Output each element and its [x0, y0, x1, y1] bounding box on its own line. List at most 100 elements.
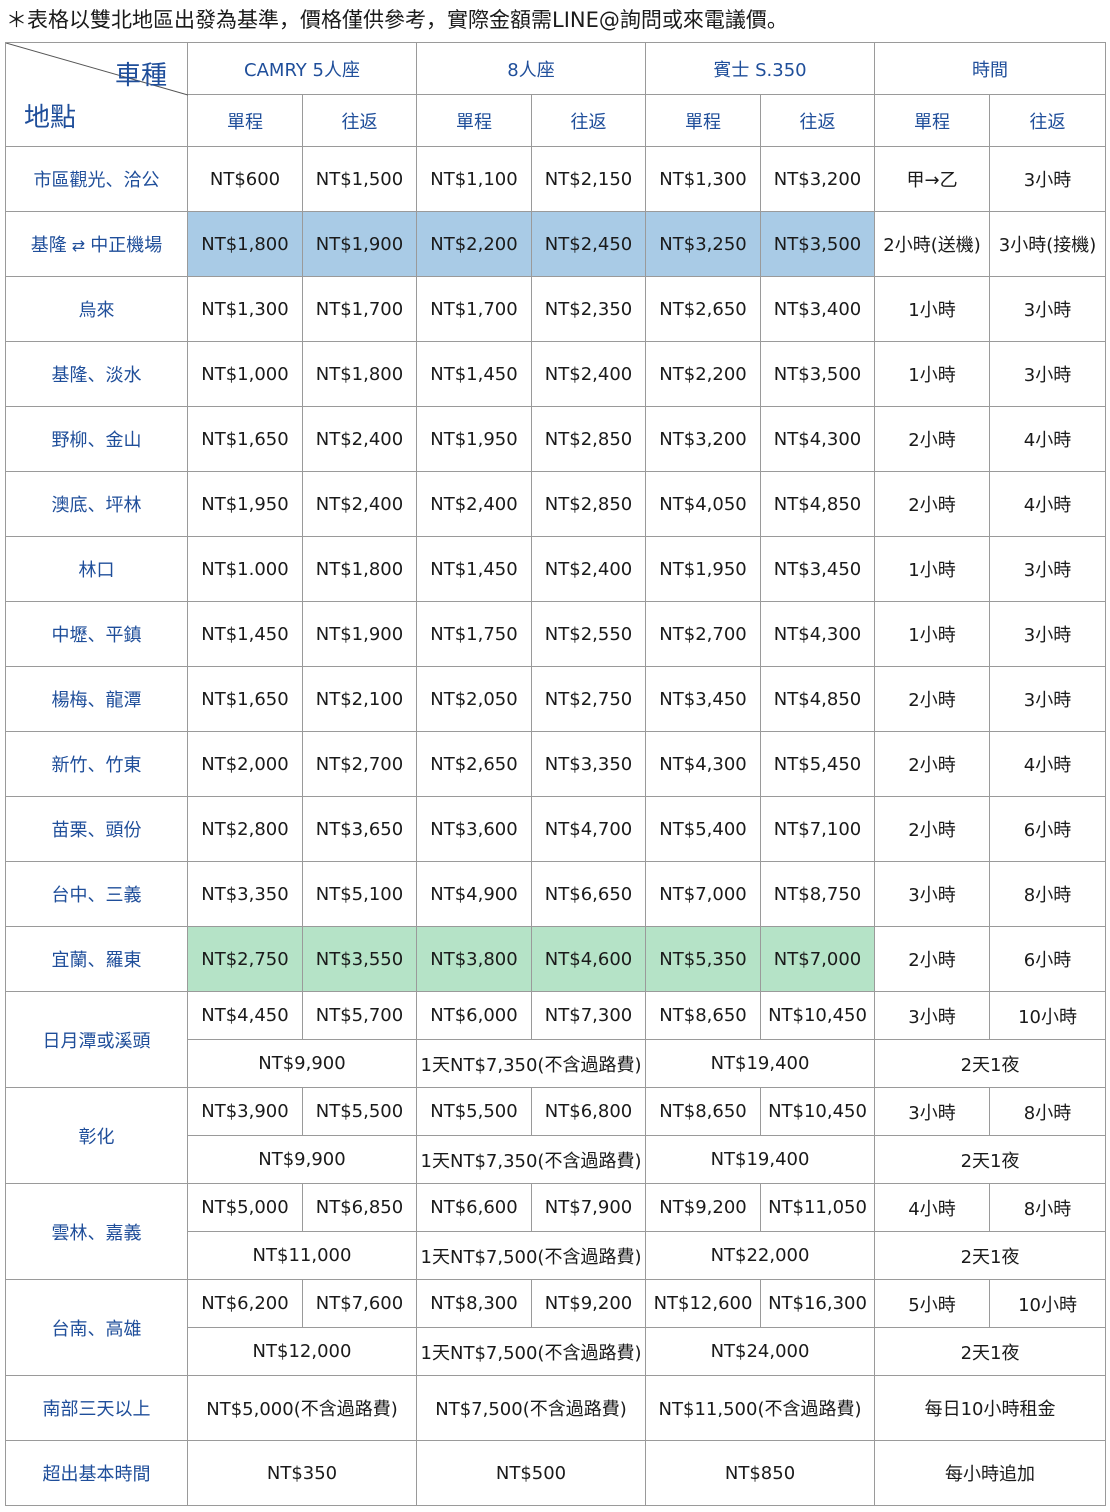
corner-location-label: 地點 — [24, 103, 77, 133]
package-cell: NT$19,400 — [645, 1135, 876, 1184]
location-cell: 超出基本時間 — [5, 1440, 188, 1506]
table-note: ＊表格以雙北地區出發為基準，價格僅供參考，實際金額需LINE@詢問或來電議價。 — [6, 8, 788, 32]
subheader-one-way: 單程 — [645, 94, 762, 147]
location-cell: 野柳、金山 — [5, 406, 188, 472]
header-corner: 車種 地點 — [5, 42, 188, 147]
header-camry: CAMRY 5人座 — [187, 42, 417, 95]
price-cell: NT$1,950 — [645, 536, 762, 602]
location-cell: 雲林、嘉義 — [5, 1183, 188, 1280]
location-cell: 宜蘭、羅東 — [5, 926, 188, 992]
price-cell: NT$5,400 — [645, 796, 762, 862]
time-cell: 3小時 — [989, 341, 1107, 407]
price-cell: NT$10,450 — [760, 991, 876, 1040]
price-cell: NT$600 — [187, 146, 303, 212]
price-cell: NT$1,800 — [302, 536, 417, 602]
price-cell: NT$7,900 — [530, 1183, 647, 1232]
price-cell: NT$3,200 — [760, 146, 876, 212]
price-cell: NT$1,950 — [416, 406, 532, 472]
subheader-round-trip: 往返 — [302, 94, 417, 147]
location-cell: 烏來 — [5, 276, 188, 342]
package-cell: NT$19,400 — [645, 1039, 876, 1088]
rate-table: 車種 地點 CAMRY 5人座 8人座 賓士 S.350 時間 單程 往返 單程… — [5, 42, 1107, 1506]
package-cell: 2天1夜 — [874, 1039, 1107, 1088]
time-cell: 5小時 — [874, 1279, 991, 1328]
package-cell: NT$500 — [415, 1440, 647, 1506]
location-cell: 基隆 ⇄ 中正機場 — [5, 211, 188, 277]
time-cell: 3小時 — [874, 861, 991, 927]
price-cell: NT$2,400 — [416, 471, 532, 537]
package-cell: NT$12,000 — [187, 1327, 417, 1376]
price-cell: NT$1,000 — [187, 341, 303, 407]
price-cell: NT$7,000 — [645, 861, 762, 927]
table-row: 日月潭或溪頭 NT$4,450 NT$5,700 NT$6,000 NT$7,300 NT… — [5, 991, 1107, 1088]
price-cell: NT$1,100 — [416, 146, 532, 212]
location-cell: 中壢、平鎮 — [5, 601, 188, 667]
time-cell: 3小時 — [989, 601, 1107, 667]
price-cell: NT$2,050 — [416, 666, 532, 732]
time-cell: 1小時 — [874, 601, 991, 667]
price-cell: NT$3,250 — [645, 211, 762, 277]
price-cell: NT$7,000 — [760, 926, 876, 992]
time-cell: 2小時 — [874, 406, 991, 472]
price-cell: NT$8,650 — [645, 1087, 762, 1136]
price-cell: NT$1,700 — [416, 276, 532, 342]
price-cell: NT$2,850 — [530, 406, 647, 472]
table-row: 市區觀光、洽公 NT$600 NT$1,500 NT$1,100 NT$2,150 NT$… — [5, 146, 1107, 212]
price-cell: NT$1,300 — [645, 146, 762, 212]
location-label: 中正機場 — [90, 235, 163, 256]
price-cell: NT$6,000 — [416, 991, 532, 1040]
price-cell: NT$5,500 — [416, 1087, 532, 1136]
price-cell: NT$4,300 — [760, 406, 876, 472]
time-cell: 10小時 — [989, 1279, 1107, 1328]
price-cell: NT$12,600 — [645, 1279, 762, 1328]
price-cell: NT$3,650 — [302, 796, 417, 862]
price-cell: NT$2,650 — [416, 731, 532, 797]
package-cell: NT$350 — [187, 1440, 417, 1506]
price-cell: NT$1,750 — [416, 601, 532, 667]
price-cell: NT$2,100 — [302, 666, 417, 732]
table-row: 台南、高雄 NT$6,200 NT$7,600 NT$8,300 NT$9,200 NT$… — [5, 1279, 1107, 1376]
price-cell: NT$8,300 — [416, 1279, 532, 1328]
price-cell: NT$2,200 — [416, 211, 532, 277]
price-cell: NT$3,900 — [187, 1087, 303, 1136]
two-way-arrow-icon: ⇄ — [66, 236, 91, 255]
price-cell: NT$2,350 — [530, 276, 647, 342]
price-cell: NT$1,700 — [302, 276, 417, 342]
location-cell: 楊梅、龍潭 — [5, 666, 188, 732]
price-cell: NT$2,850 — [530, 471, 647, 537]
price-cell: NT$3,200 — [645, 406, 762, 472]
price-cell: NT$2,400 — [530, 536, 647, 602]
price-cell: NT$2,400 — [302, 471, 417, 537]
location-cell: 台南、高雄 — [5, 1279, 188, 1376]
price-cell: NT$3,350 — [187, 861, 303, 927]
price-cell: NT$2,150 — [530, 146, 647, 212]
header-time: 時間 — [874, 42, 1107, 95]
price-cell: NT$3,350 — [530, 731, 647, 797]
table-row: 新竹、竹東 NT$2,000 NT$2,700 NT$2,650 NT$3,350 NT$… — [5, 731, 1107, 797]
time-cell: 8小時 — [989, 1183, 1107, 1232]
price-cell: NT$1,900 — [302, 211, 417, 277]
location-cell: 基隆、淡水 — [5, 341, 188, 407]
package-cell: 每小時追加 — [874, 1440, 1107, 1506]
price-cell: NT$3,800 — [416, 926, 532, 992]
price-cell: NT$2,400 — [302, 406, 417, 472]
location-cell: 日月潭或溪頭 — [5, 991, 188, 1088]
time-cell: 2小時 — [874, 926, 991, 992]
time-cell: 2小時 — [874, 796, 991, 862]
price-cell: NT$2,750 — [530, 666, 647, 732]
header-benz: 賓士 S.350 — [645, 42, 876, 95]
package-cell: 1天NT$7,500(不含過路費) — [415, 1327, 647, 1376]
price-cell: NT$8,650 — [645, 991, 762, 1040]
price-cell: NT$9,200 — [645, 1183, 762, 1232]
header-8-seat: 8人座 — [415, 42, 647, 95]
location-cell: 彰化 — [5, 1087, 188, 1184]
price-cell: NT$16,300 — [760, 1279, 876, 1328]
location-cell: 澳底、坪林 — [5, 471, 188, 537]
price-cell: NT$3,450 — [645, 666, 762, 732]
price-cell: NT$1,950 — [187, 471, 303, 537]
location-label: 基隆 — [30, 235, 67, 256]
table-row: 烏來 NT$1,300 NT$1,700 NT$1,700 NT$2,350 NT$2,6… — [5, 276, 1107, 342]
price-cell: NT$1,300 — [187, 276, 303, 342]
package-cell: 1天NT$7,350(不含過路費) — [415, 1039, 647, 1088]
package-cell: 1天NT$7,350(不含過路費) — [415, 1135, 647, 1184]
